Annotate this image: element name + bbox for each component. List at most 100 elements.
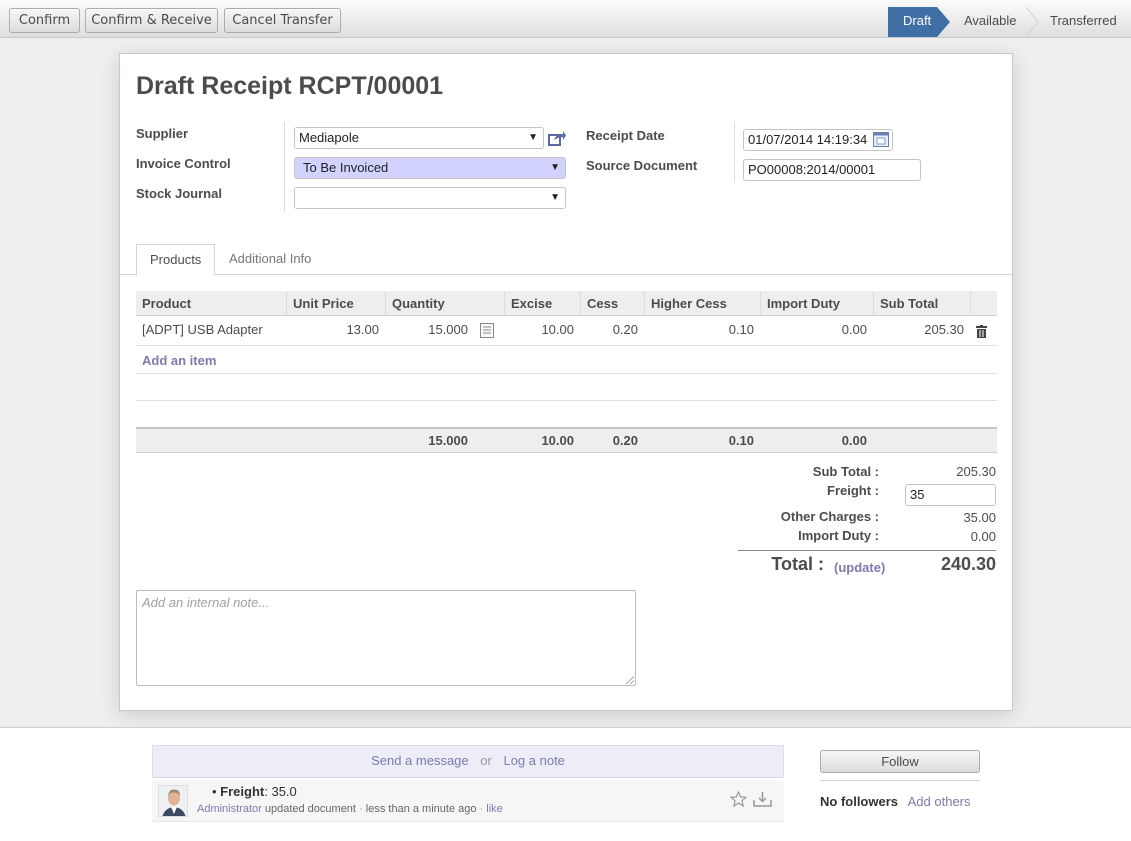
col-import-duty[interactable]: Import Duty	[760, 291, 873, 316]
source-document-label: Source Document	[586, 158, 698, 173]
tracked-field-name: Freight	[220, 784, 265, 799]
external-link-icon[interactable]	[548, 130, 566, 146]
supplier-select[interactable]: Mediapole ▼	[294, 127, 544, 149]
col-higher-cess[interactable]: Higher Cess	[644, 291, 760, 316]
receipt-date-field[interactable]: 01/07/2014 14:19:34	[743, 129, 893, 151]
divider	[734, 122, 735, 182]
col-excise[interactable]: Excise	[504, 291, 580, 316]
supplier-label: Supplier	[136, 126, 189, 141]
stock-journal-label: Stock Journal	[136, 186, 222, 201]
receipt-date-label: Receipt Date	[586, 128, 665, 143]
status-separator-icon	[1025, 7, 1039, 37]
col-quantity[interactable]: Quantity	[385, 291, 504, 316]
total-quantity: 15.000	[428, 433, 468, 448]
dropdown-caret-icon: ▼	[550, 162, 560, 173]
followers-section: No followers Add others	[820, 794, 971, 809]
other-charges-value: 35.00	[963, 510, 996, 525]
freight-input[interactable]: 35	[905, 484, 996, 506]
col-cess[interactable]: Cess	[580, 291, 644, 316]
total-value: 240.30	[940, 554, 996, 574]
dropdown-caret-icon: ▼	[550, 192, 560, 203]
avatar	[158, 785, 188, 817]
cancel-transfer-button[interactable]: Cancel Transfer	[224, 8, 341, 33]
like-link[interactable]: like	[486, 803, 503, 815]
send-message-link[interactable]: Send a message	[371, 753, 469, 768]
cell-sub-total: 205.30	[924, 322, 964, 337]
no-followers-text: No followers	[820, 794, 899, 809]
total-import-duty: 0.00	[841, 433, 867, 448]
source-document-value: PO00008:2014/00001	[748, 162, 876, 177]
status-draft-label: Draft	[903, 13, 932, 28]
import-duty-label: Import Duty :	[798, 528, 879, 543]
star-icon[interactable]	[730, 791, 747, 807]
or-text: or	[480, 753, 492, 768]
cell-import-duty: 0.00	[841, 322, 867, 337]
cell-product: [ADPT] USB Adapter	[142, 322, 263, 337]
invoice-control-value: To Be Invoiced	[303, 160, 389, 175]
status-transferred-label[interactable]: Transferred	[1050, 7, 1117, 35]
total-cess: 0.20	[612, 433, 638, 448]
supplier-value: Mediapole	[299, 130, 359, 145]
note-placeholder: Add an internal note...	[142, 595, 270, 610]
col-unit-price[interactable]: Unit Price	[286, 291, 385, 316]
table-header: Product Unit Price Quantity Excise Cess …	[136, 291, 997, 316]
bullet: •	[212, 784, 221, 799]
confirm-receive-button[interactable]: Confirm & Receive	[85, 8, 218, 33]
divider	[284, 122, 285, 212]
receipt-date-value: 01/07/2014 14:19:34	[748, 132, 868, 147]
resize-grip-icon[interactable]	[626, 676, 634, 684]
follower-divider	[820, 780, 980, 781]
cell-cess: 0.20	[612, 322, 638, 337]
status-arrow-draft	[937, 7, 950, 37]
row-divider	[136, 345, 997, 346]
stock-journal-select[interactable]: ▼	[294, 187, 566, 209]
col-actions	[970, 291, 997, 316]
page-title: Draft Receipt RCPT/00001	[136, 72, 444, 100]
row-divider	[136, 400, 997, 401]
invoice-control-label: Invoice Control	[136, 156, 231, 171]
source-document-field[interactable]: PO00008:2014/00001	[743, 159, 921, 181]
total-excise: 10.00	[541, 433, 574, 448]
other-charges-label: Other Charges :	[780, 509, 879, 524]
add-item-link[interactable]: Add an item	[142, 347, 216, 375]
trash-icon[interactable]	[976, 325, 987, 338]
add-others-link[interactable]: Add others	[908, 794, 971, 809]
follow-button[interactable]: Follow	[820, 750, 980, 773]
message-action: updated document	[264, 803, 356, 815]
download-icon[interactable]	[753, 791, 772, 807]
cell-excise: 10.00	[541, 322, 574, 337]
table-row[interactable]: [ADPT] USB Adapter 13.00 15.000 10.00 0.…	[136, 316, 997, 344]
total-divider	[738, 550, 996, 551]
sub-total-value: 205.30	[956, 464, 996, 479]
import-duty-value: 0.00	[970, 529, 996, 544]
tab-additional-info[interactable]: Additional Info	[216, 244, 324, 276]
row-divider	[136, 373, 997, 374]
form-sheet: Draft Receipt RCPT/00001 Supplier Invoic…	[119, 53, 1014, 711]
freight-label: Freight :	[827, 483, 879, 498]
tracked-field-value: : 35.0	[264, 784, 297, 799]
message-time: less than a minute ago	[365, 803, 477, 815]
col-product[interactable]: Product	[136, 291, 286, 316]
sub-total-label: Sub Total :	[812, 464, 879, 479]
document-icon[interactable]	[480, 323, 494, 338]
total-label: Total :	[771, 554, 824, 574]
notebook-tabs: Products Additional Info	[120, 242, 1014, 276]
total-higher-cess: 0.10	[728, 433, 754, 448]
message-item: • Freight: 35.0 Administrator updated do…	[152, 780, 784, 822]
invoice-control-select[interactable]: To Be Invoiced ▼	[294, 157, 566, 179]
log-note-link[interactable]: Log a note	[503, 753, 564, 768]
status-available-label[interactable]: Available	[964, 7, 1017, 35]
col-sub-total[interactable]: Sub Total	[873, 291, 970, 316]
calendar-icon[interactable]	[873, 132, 889, 147]
message-composer-bar: Send a message or Log a note	[152, 745, 784, 778]
author-link[interactable]: Administrator	[197, 803, 262, 815]
update-link[interactable]: (update)	[834, 560, 885, 575]
cell-unit-price: 13.00	[346, 322, 379, 337]
message-body: • Freight: 35.0	[212, 784, 297, 799]
tab-products[interactable]: Products	[136, 244, 216, 276]
internal-note-textarea[interactable]: Add an internal note...	[136, 590, 636, 686]
cell-higher-cess: 0.10	[728, 322, 754, 337]
table-footer-totals: 15.000 10.00 0.20 0.10 0.00	[136, 427, 997, 453]
confirm-button[interactable]: Confirm	[9, 8, 80, 33]
message-meta: Administrator updated document · less th…	[197, 803, 503, 815]
